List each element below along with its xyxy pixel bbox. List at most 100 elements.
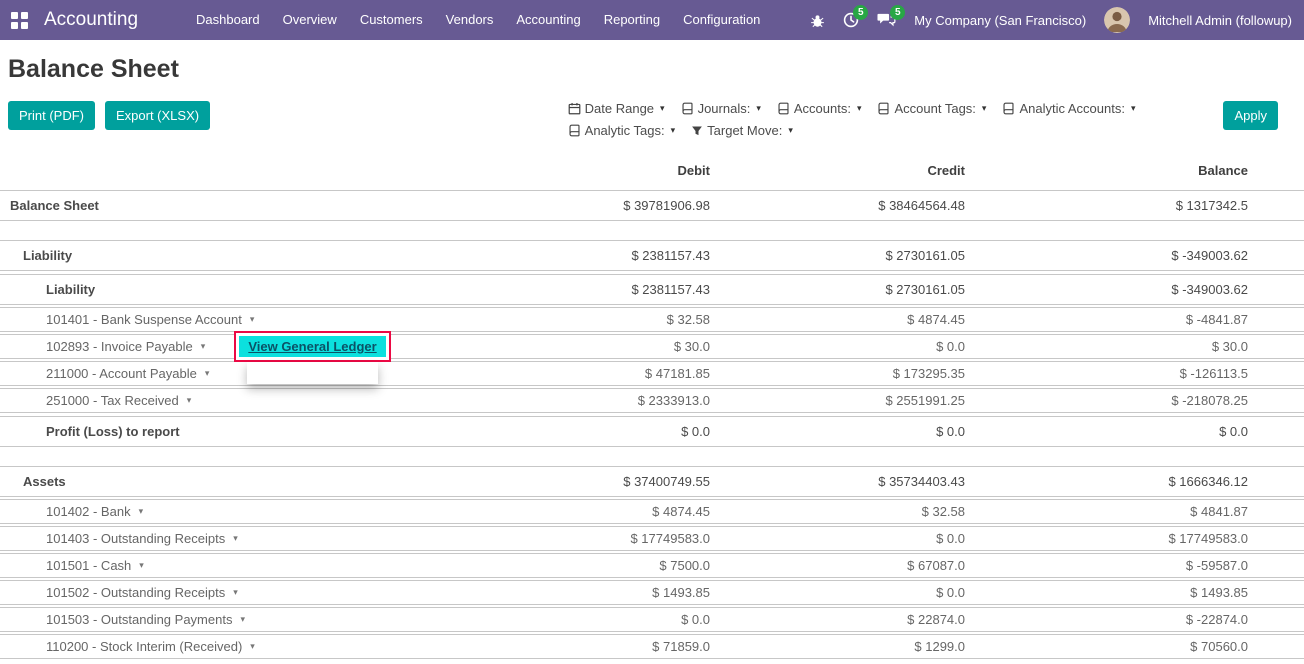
page-title: Balance Sheet	[8, 55, 179, 83]
balance-cell: $ 1666346.12	[1168, 474, 1248, 489]
filter-accounts[interactable]: Accounts: ▾	[777, 101, 862, 116]
filter-account-tags[interactable]: Account Tags: ▾	[877, 101, 986, 116]
menu-item-view-general-ledger[interactable]: View General Ledger	[239, 336, 386, 357]
chevron-down-icon[interactable]: ▾	[240, 614, 245, 625]
row-label: Liability	[46, 282, 96, 297]
chevron-down-icon[interactable]: ▾	[233, 587, 238, 598]
debit-cell: $ 30.0	[673, 339, 710, 354]
table-row: 101402 - Bank ▾ $ 4874.45 $ 32.58 $ 4841…	[0, 499, 1304, 524]
menu-item-overview[interactable]: Overview	[283, 0, 337, 40]
chevron-down-icon: ▾	[856, 103, 862, 113]
book-icon	[1002, 102, 1015, 115]
row-label[interactable]: 211000 - Account Payable	[46, 366, 197, 381]
table-row: 101503 - Outstanding Payments ▾ $ 0.0 $ …	[0, 607, 1304, 632]
filter-date-range[interactable]: Date Range ▾	[568, 101, 665, 116]
chevron-down-icon[interactable]: ▾	[139, 560, 144, 571]
account-actions-dropdown: View General Ledger	[234, 331, 391, 384]
debit-cell: $ 39781906.98	[623, 198, 710, 213]
company-switcher[interactable]: My Company (San Francisco)	[914, 13, 1086, 28]
filter-line-1: Date Range ▾ Journals: ▾ Accounts: ▾ Account T…	[568, 101, 1135, 116]
balance-sheet-table: Debit Credit Balance Balance Sheet $ 397…	[0, 163, 1304, 659]
user-menu[interactable]: Mitchell Admin (followup)	[1148, 13, 1292, 28]
credit-cell: $ 173295.35	[892, 366, 965, 381]
menu-item-configuration[interactable]: Configuration	[683, 0, 760, 40]
row-label[interactable]: 101402 - Bank	[46, 504, 131, 519]
row-label[interactable]: 101403 - Outstanding Receipts	[46, 531, 225, 546]
bug-icon[interactable]	[810, 13, 825, 28]
activities-clock-icon[interactable]: 5	[843, 5, 869, 28]
credit-cell: $ 2730161.05	[885, 282, 965, 297]
row-label[interactable]: 101501 - Cash	[46, 558, 131, 573]
balance-cell: $ 1493.85	[1190, 585, 1248, 600]
table-row: 211000 - Account Payable ▾ $ 47181.85 $ …	[0, 361, 1304, 386]
chevron-down-icon[interactable]: ▾	[187, 395, 192, 406]
table-row: Balance Sheet $ 39781906.98 $ 38464564.4…	[0, 190, 1304, 221]
report-toolbar: Print (PDF) Export (XLSX) Date Range ▾ Jou…	[0, 101, 1304, 138]
credit-cell: $ 22874.0	[907, 612, 965, 627]
top-nav: Dashboard Overview Customers Vendors Account…	[196, 0, 760, 40]
credit-cell: $ 0.0	[936, 585, 965, 600]
menu-item-customers[interactable]: Customers	[360, 0, 423, 40]
balance-cell: $ 4841.87	[1190, 504, 1248, 519]
activity-count-badge: 5	[853, 5, 869, 20]
app-title[interactable]: Accounting	[44, 9, 138, 31]
messages-icon[interactable]: 5	[877, 5, 906, 28]
chevron-down-icon[interactable]: ▾	[250, 314, 255, 325]
table-row: Profit (Loss) to report $ 0.0 $ 0.0 $ 0.…	[0, 416, 1304, 447]
chevron-down-icon[interactable]: ▾	[139, 506, 144, 517]
avatar[interactable]	[1104, 7, 1131, 33]
menu-item-reporting[interactable]: Reporting	[604, 0, 660, 40]
apply-button[interactable]: Apply	[1223, 101, 1278, 130]
debit-cell: $ 4874.45	[652, 504, 710, 519]
row-label[interactable]: 110200 - Stock Interim (Received)	[46, 639, 242, 654]
row-label: Balance Sheet	[10, 198, 99, 213]
filter-journals[interactable]: Journals: ▾	[681, 101, 761, 116]
balance-cell: $ 70560.0	[1190, 639, 1248, 654]
calendar-icon	[568, 102, 581, 115]
row-label[interactable]: 101401 - Bank Suspense Account	[46, 312, 242, 327]
apps-grid-icon[interactable]	[0, 0, 38, 40]
table-row: Assets $ 37400749.55 $ 35734403.43 $ 166…	[0, 466, 1304, 497]
chevron-down-icon[interactable]: ▾	[205, 368, 210, 379]
filter-analytic-tags[interactable]: Analytic Tags: ▾	[568, 123, 675, 138]
chevron-down-icon: ▾	[981, 103, 987, 113]
dropdown-empty-area	[247, 362, 378, 384]
row-label[interactable]: 101502 - Outstanding Receipts	[46, 585, 225, 600]
menu-item-accounting[interactable]: Accounting	[516, 0, 580, 40]
print-pdf-button[interactable]: Print (PDF)	[8, 101, 95, 130]
credit-cell: $ 0.0	[936, 531, 965, 546]
credit-cell: $ 2730161.05	[885, 248, 965, 263]
chevron-down-icon[interactable]: ▾	[250, 641, 255, 652]
chevron-down-icon[interactable]: ▾	[233, 533, 238, 544]
credit-cell: $ 1299.0	[914, 639, 965, 654]
balance-cell: $ -4841.87	[1185, 312, 1248, 327]
debit-cell: $ 37400749.55	[623, 474, 710, 489]
row-label[interactable]: 251000 - Tax Received	[46, 393, 179, 408]
debit-cell: $ 17749583.0	[630, 531, 710, 546]
balance-cell: $ 30.0	[1211, 339, 1248, 354]
menu-item-vendors[interactable]: Vendors	[446, 0, 494, 40]
table-row: 101403 - Outstanding Receipts ▾ $ 177495…	[0, 526, 1304, 551]
row-label: Liability	[23, 248, 73, 263]
row-label[interactable]: 101503 - Outstanding Payments	[46, 612, 232, 627]
balance-cell: $ -218078.25	[1171, 393, 1248, 408]
topbar-right: 5 5 My Company (San Francisco) Mitchell …	[810, 5, 1292, 33]
menu-item-dashboard[interactable]: Dashboard	[196, 0, 260, 40]
filter-analytic-accounts[interactable]: Analytic Accounts: ▾	[1002, 101, 1135, 116]
row-label: Profit (Loss) to report	[46, 424, 180, 439]
balance-cell: $ -349003.62	[1171, 282, 1248, 297]
debit-header: Debit	[677, 163, 711, 178]
table-row: 251000 - Tax Received ▾ $ 2333913.0 $ 25…	[0, 388, 1304, 413]
filter-target-move[interactable]: Target Move: ▾	[691, 123, 793, 138]
message-count-badge: 5	[890, 5, 906, 20]
chevron-down-icon[interactable]: ▾	[201, 341, 206, 352]
table-row: Liability $ 2381157.43 $ 2730161.05 $ -3…	[0, 274, 1304, 305]
debit-cell: $ 2333913.0	[637, 393, 710, 408]
balance-header: Balance	[1198, 163, 1248, 178]
table-row: 101401 - Bank Suspense Account ▾ $ 32.58…	[0, 307, 1304, 332]
export-xlsx-button[interactable]: Export (XLSX)	[105, 101, 211, 130]
balance-cell: $ -59587.0	[1185, 558, 1248, 573]
balance-cell: $ -126113.5	[1179, 366, 1248, 381]
row-label[interactable]: 102893 - Invoice Payable	[46, 339, 193, 354]
table-row: 101501 - Cash ▾ $ 7500.0 $ 67087.0 $ -59…	[0, 553, 1304, 578]
